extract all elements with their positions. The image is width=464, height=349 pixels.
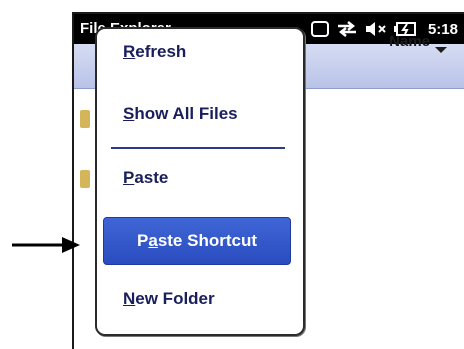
menu-item-label: aste — [134, 168, 169, 187]
menu-item-paste[interactable]: Paste — [123, 168, 168, 188]
sort-column-name[interactable]: Name — [389, 33, 430, 50]
menu-item-paste-shortcut[interactable]: Pa ste Shortcut — [103, 217, 291, 265]
menu-item-accelerator: S — [123, 104, 135, 123]
speaker-muted-icon[interactable] — [364, 20, 388, 38]
callout-arrow-icon — [12, 237, 80, 253]
menu-item-label: ew Folder — [135, 289, 215, 308]
menu-item-accelerator: P — [123, 168, 135, 187]
menu-item-label-start: P — [137, 231, 149, 250]
menu-item-accelerator: N — [123, 289, 136, 308]
folder-icon[interactable] — [80, 170, 90, 188]
menu-item-label: how All Files — [134, 104, 238, 123]
windows-icon[interactable] — [310, 20, 330, 38]
menu-item-label: efresh — [135, 42, 187, 61]
chevron-down-icon[interactable] — [434, 42, 448, 60]
context-menu: Refresh Show All Files Paste Pa ste Short… — [95, 27, 305, 336]
menu-item-refresh[interactable]: Refresh — [123, 42, 186, 62]
menu-item-label: ste Shortcut — [157, 231, 257, 250]
menu-item-accelerator: a — [148, 231, 158, 250]
menu-item-new-folder[interactable]: New Folder — [123, 289, 215, 309]
sync-icon[interactable] — [336, 20, 358, 38]
menu-item-show-all-files[interactable]: Show All Files — [123, 104, 238, 124]
status-icons: 5:18 — [310, 14, 458, 44]
clock[interactable]: 5:18 — [428, 21, 458, 38]
menu-separator — [111, 147, 285, 149]
menu-item-accelerator: R — [123, 42, 136, 61]
folder-icon[interactable] — [80, 110, 90, 128]
